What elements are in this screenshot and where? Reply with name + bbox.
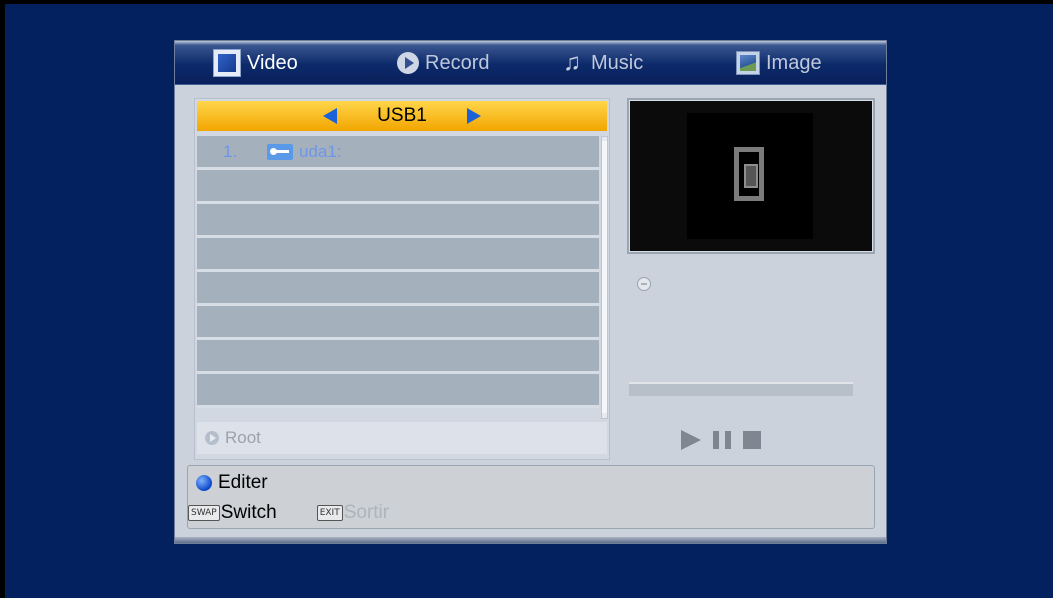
- play-icon[interactable]: [681, 430, 701, 450]
- list-item-name: uda1:: [299, 141, 342, 161]
- blue-button-icon: [196, 475, 212, 491]
- list-item-empty[interactable]: [197, 306, 599, 340]
- exit-label: Sortir: [343, 502, 390, 523]
- record-icon: [397, 52, 419, 74]
- tab-image-label: Image: [766, 51, 822, 74]
- playback-progress-bar: [629, 382, 853, 396]
- bottom-border: [175, 537, 886, 543]
- image-icon: [736, 51, 760, 75]
- list-item-empty[interactable]: [197, 238, 599, 272]
- list-item[interactable]: 1. uda1:: [197, 136, 599, 170]
- swap-key-icon: SWAP: [188, 505, 220, 521]
- left-border: [0, 0, 5, 598]
- list-item-index: 1.: [223, 141, 238, 161]
- stop-icon[interactable]: [743, 431, 761, 449]
- top-border: [0, 0, 1053, 4]
- list-item-empty[interactable]: [197, 340, 599, 374]
- path-label: Root: [225, 428, 261, 447]
- arrow-right-icon[interactable]: [466, 108, 481, 124]
- exit-hint[interactable]: EXIT Sortir: [316, 502, 390, 524]
- edit-hint[interactable]: Editer: [196, 472, 268, 494]
- preview-screen: [687, 113, 813, 239]
- film-icon: [734, 147, 764, 201]
- tab-bar: Video Record ♫ Music Image: [175, 41, 886, 85]
- video-icon: [213, 49, 241, 77]
- tab-image[interactable]: Image: [736, 49, 822, 77]
- arrow-left-icon[interactable]: [323, 108, 338, 124]
- music-note-icon: ♫: [563, 49, 581, 76]
- file-list: 1. uda1:: [197, 136, 599, 408]
- media-player-panel: Video Record ♫ Music Image USB1 1. uda1:: [175, 41, 886, 543]
- edit-label: Editer: [218, 472, 268, 493]
- device-selector[interactable]: USB1: [197, 101, 607, 131]
- path-bar: Root: [197, 422, 607, 454]
- scrollbar[interactable]: [601, 136, 608, 419]
- list-item-empty[interactable]: [197, 204, 599, 238]
- preview-window: [627, 98, 875, 254]
- info-indicator-icon: [637, 277, 651, 291]
- key-hints: SWAP Switch EXIT Sortir: [188, 502, 389, 524]
- list-item-empty[interactable]: [197, 170, 599, 204]
- tab-music-label: Music: [591, 51, 644, 74]
- switch-label[interactable]: Switch: [221, 502, 277, 524]
- folder-play-icon: [205, 431, 219, 445]
- device-name: USB1: [377, 105, 427, 126]
- playback-controls: [681, 430, 761, 450]
- tab-record[interactable]: Record: [397, 49, 489, 77]
- tab-video[interactable]: Video: [213, 49, 298, 77]
- tab-video-label: Video: [247, 51, 298, 74]
- pause-icon[interactable]: [713, 431, 731, 449]
- tab-music[interactable]: ♫ Music: [563, 49, 643, 77]
- usb-icon: [267, 143, 293, 160]
- exit-key-icon: EXIT: [316, 505, 343, 521]
- file-browser: USB1 1. uda1: Root: [194, 98, 610, 460]
- list-item-empty[interactable]: [197, 374, 599, 408]
- list-item-empty[interactable]: [197, 272, 599, 306]
- scrollbar-thumb[interactable]: [602, 141, 607, 413]
- tab-record-label: Record: [425, 51, 490, 74]
- help-bar: Editer SWAP Switch EXIT Sortir: [187, 465, 875, 529]
